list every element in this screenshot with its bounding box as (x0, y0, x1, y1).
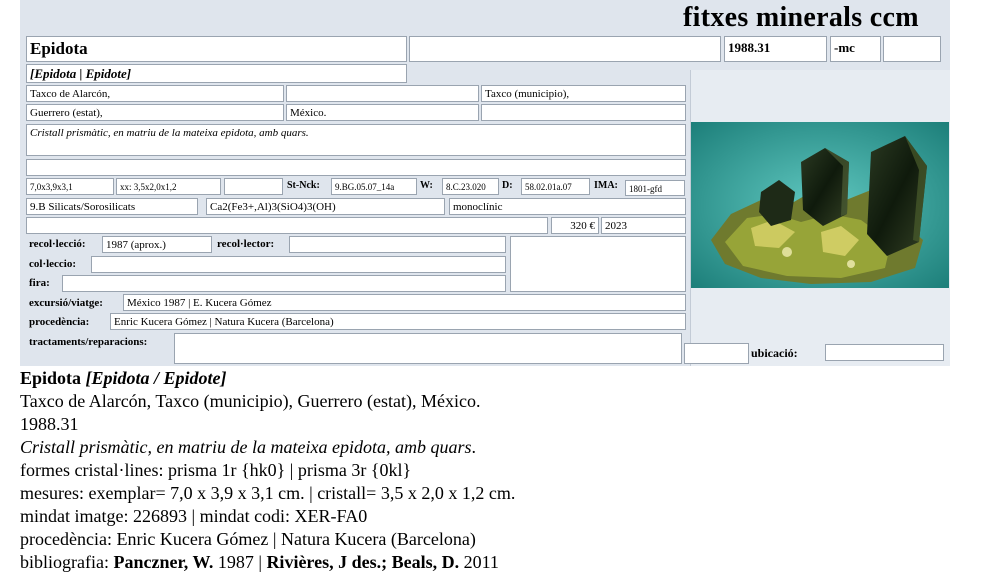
summary-name: Epidota (20, 368, 82, 388)
page-title: fitxes minerals ccm (683, 2, 919, 33)
treatments-label: tractaments/reparacions: (29, 336, 148, 348)
collection-field[interactable]: 1987 (aprox.) (102, 236, 212, 253)
biblio-year-1: 1987 | (213, 552, 267, 572)
location-field[interactable] (825, 344, 944, 361)
location-label: ubicació: (751, 346, 798, 360)
location-blank-field[interactable] (684, 343, 749, 364)
price-blank-field[interactable] (26, 217, 548, 234)
summary-description-end: . (471, 437, 477, 457)
locality-field-6[interactable] (481, 104, 686, 121)
summary-forms: formes cristal·lines: prisma 1r {hk0} | … (20, 460, 412, 480)
fair-label: fira: (29, 277, 50, 289)
trip-field[interactable]: México 1987 | E. Kucera Gómez (123, 294, 686, 311)
locality-field-3[interactable]: Taxco (municipio), (481, 85, 686, 102)
source-label: procedència: (29, 316, 90, 328)
description-field[interactable]: Cristall prismàtic, en matriu de la mate… (26, 124, 686, 156)
blank-field[interactable] (409, 36, 721, 62)
locality-field-1[interactable]: Taxco de Alarcón, (26, 85, 284, 102)
summary-measures: mesures: exemplar= 7,0 x 3,9 x 3,1 cm. |… (20, 483, 516, 503)
number-field[interactable]: 1988.31 (724, 36, 827, 62)
biblio-author-2: Rivières, J des.; Beals, D. (266, 552, 460, 572)
class-field[interactable]: 9.B Silicats/Sorosilicats (26, 198, 198, 215)
w-field[interactable]: 8.C.23.020 (442, 178, 499, 195)
d-label: D: (502, 180, 513, 191)
summary-block: Epidota [Epidota / Epidote] Taxco de Ala… (20, 367, 980, 574)
collection-label: recol·lecció: (29, 238, 86, 250)
locality-field-4[interactable]: Guerrero (estat), (26, 104, 284, 121)
summary-source: procedència: Enric Kucera Gómez | Natura… (20, 529, 476, 549)
synonyms-field[interactable]: [Epidota | Epidote] (26, 64, 407, 83)
mineral-photo-icon (691, 122, 949, 288)
blank-line-field[interactable] (26, 159, 686, 176)
collector-field[interactable] (289, 236, 506, 253)
summary-description: Cristall prismàtic, en matriu de la mate… (20, 437, 472, 457)
summary-description-line: Cristall prismàtic, en matriu de la mate… (20, 436, 980, 459)
price-field[interactable]: 320 € (551, 217, 599, 234)
mineral-card: fitxes minerals ccm Epidota 1988.31 -mc … (20, 0, 950, 366)
size-blank-field[interactable] (224, 178, 283, 195)
mineral-photo (691, 122, 949, 288)
fair-field[interactable] (62, 275, 506, 292)
summary-synonyms: [Epidota / Epidote] (85, 368, 227, 388)
d-field[interactable]: 58.02.01a.07 (521, 178, 590, 195)
summary-bibliography: bibliografia: Panczner, W. 1987 | Rivièr… (20, 551, 980, 574)
source-field[interactable]: Enric Kucera Gómez | Natura Kucera (Barc… (110, 313, 686, 330)
blank-field-2[interactable] (883, 36, 941, 62)
size-crystal-field[interactable]: xx: 3,5x2,0x1,2 (116, 178, 221, 195)
collector-label: recol·lector: (217, 238, 275, 250)
year-field[interactable]: 2023 (601, 217, 686, 234)
biblio-year-2: 2011 (459, 552, 499, 572)
summary-number: 1988.31 (20, 414, 79, 434)
suffix-field[interactable]: -mc (830, 36, 881, 62)
stnck-field[interactable]: 9.BG.05.07_14a (331, 178, 417, 195)
formula-field[interactable]: Ca2(Fe3+,Al)3(SiO4)3(OH) (206, 198, 445, 215)
summary-mindat: mindat imatge: 226893 | mindat codi: XER… (20, 506, 368, 526)
summary-locality: Taxco de Alarcón, Taxco (municipio), Gue… (20, 391, 481, 411)
ima-label: IMA: (594, 180, 618, 191)
ima-field[interactable]: 1801-gfd (625, 180, 685, 196)
locality-field-5[interactable]: México. (286, 104, 479, 121)
treatments-field[interactable] (174, 333, 682, 364)
stnck-label: St-Nck: (287, 180, 320, 191)
crystal-system-field[interactable]: monoclínic (449, 198, 686, 215)
summary-title: Epidota [Epidota / Epidote] (20, 367, 980, 390)
name-field[interactable]: Epidota (26, 36, 407, 62)
biblio-author-1: Panczner, W. (113, 552, 214, 572)
col-field[interactable] (91, 256, 506, 273)
w-label: W: (420, 180, 433, 191)
locality-field-2[interactable] (286, 85, 479, 102)
trip-label: excursió/viatge: (29, 297, 103, 309)
biblio-prefix: bibliografia: (20, 552, 114, 572)
col-label: col·leccio: (29, 258, 77, 270)
size-specimen-field[interactable]: 7,0x3,9x3,1 (26, 178, 114, 195)
notes-box[interactable] (510, 236, 686, 292)
